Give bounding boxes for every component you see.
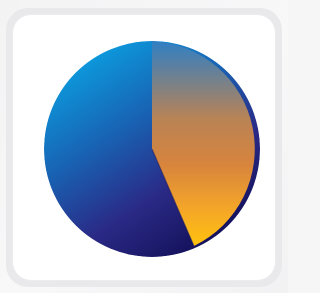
screen: [0, 0, 288, 293]
pie-chart-icon: [44, 41, 260, 257]
